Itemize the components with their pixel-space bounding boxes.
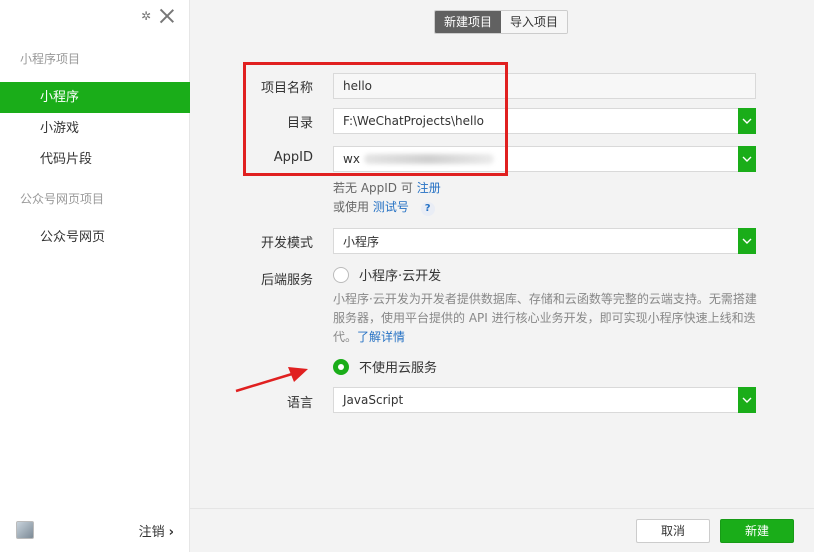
cancel-button[interactable]: 取消 — [636, 519, 710, 543]
chevron-down-icon[interactable] — [738, 146, 756, 172]
sidebar-section-miniprogram: 小程序项目 — [20, 52, 81, 66]
annotation-arrow-icon — [235, 367, 308, 393]
chevron-down-icon[interactable] — [738, 228, 756, 254]
sidebar: ✲ 小程序项目 小程序 小游戏 代码片段 公众号网页项目 公众号网页 注销 › — [0, 0, 190, 552]
learn-more-link[interactable]: 了解详情 — [357, 330, 405, 344]
annotation-highlight-box — [243, 62, 508, 176]
project-mode-toggle: 新建项目 导入项目 — [434, 10, 569, 34]
radio-cloud-dev[interactable]: 小程序·云开发 — [333, 265, 441, 284]
help-icon[interactable]: ? — [420, 202, 435, 216]
no-appid-text: 若无 AppID 可 — [333, 181, 413, 195]
tab-import-project[interactable]: 导入项目 — [501, 11, 568, 33]
sidebar-section-official: 公众号网页项目 — [20, 192, 105, 206]
no-appid-hint: 若无 AppID 可 注册 — [333, 179, 441, 196]
chevron-down-icon[interactable] — [738, 387, 756, 413]
cloud-description: 小程序·云开发为开发者提供数据库、存储和云函数等完整的云端支持。无需搭建服务器，… — [333, 290, 763, 347]
test-id-link[interactable]: 测试号 — [373, 200, 409, 214]
radio-no-cloud[interactable]: 不使用云服务 — [333, 357, 437, 376]
dev-mode-label: 开发模式 — [260, 236, 313, 251]
avatar[interactable] — [16, 521, 34, 539]
create-button[interactable]: 新建 — [720, 519, 794, 543]
backend-label: 后端服务 — [260, 273, 313, 288]
dev-mode-value: 小程序 — [343, 234, 380, 249]
sidebar-item-code-snippet[interactable]: 代码片段 — [0, 144, 190, 175]
tab-new-project[interactable]: 新建项目 — [435, 11, 502, 33]
sidebar-item-miniprogram[interactable]: 小程序 — [0, 82, 190, 113]
no-cloud-option-label: 不使用云服务 — [359, 361, 438, 376]
sidebar-item-minigame[interactable]: 小游戏 — [0, 113, 190, 144]
register-link[interactable]: 注册 — [417, 181, 441, 195]
radio-circle-selected[interactable] — [333, 358, 349, 375]
logout-button[interactable]: 注销 › — [139, 521, 174, 540]
chevron-right-icon: › — [168, 524, 174, 540]
radio-circle[interactable] — [333, 266, 349, 283]
test-id-hint: 或使用 测试号 ? — [333, 198, 435, 216]
sidebar-top-controls: ✲ — [141, 8, 175, 24]
chevron-down-icon[interactable] — [738, 108, 756, 134]
cloud-option-label: 小程序·云开发 — [359, 269, 442, 284]
sidebar-item-official-web[interactable]: 公众号网页 — [0, 222, 190, 253]
sidebar-footer: 注销 › — [0, 508, 190, 552]
language-value: JavaScript — [343, 393, 404, 407]
close-icon[interactable] — [159, 8, 175, 24]
logout-label: 注销 — [138, 524, 165, 540]
gear-icon[interactable]: ✲ — [141, 9, 151, 23]
or-use-text: 或使用 — [333, 200, 370, 214]
language-select[interactable]: JavaScript — [333, 387, 756, 413]
dev-mode-select[interactable]: 小程序 — [333, 228, 756, 254]
